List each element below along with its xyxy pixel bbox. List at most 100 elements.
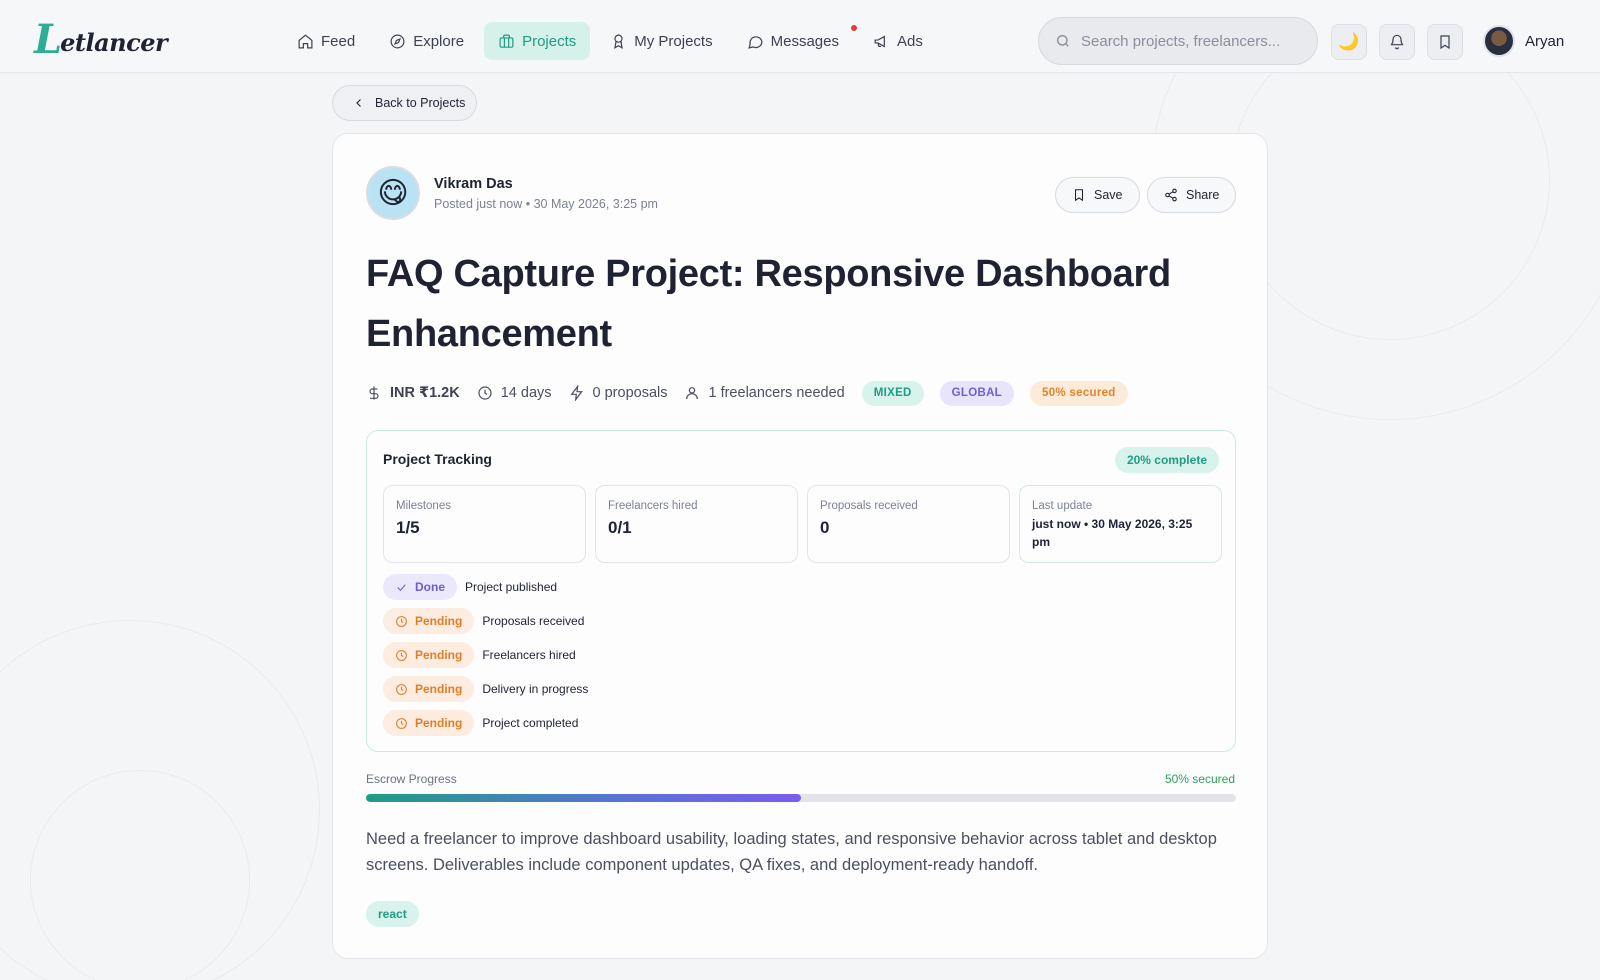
author-name[interactable]: Vikram Das bbox=[434, 176, 658, 192]
clock-icon bbox=[396, 717, 407, 729]
step-row: Pending Proposals received bbox=[383, 608, 588, 634]
step-row: Done Project published bbox=[383, 574, 588, 600]
nav-my-projects-label: My Projects bbox=[634, 32, 713, 50]
avatar bbox=[1483, 25, 1515, 57]
user-name: Aryan bbox=[1525, 32, 1565, 50]
nav-my-projects[interactable]: My Projects bbox=[596, 22, 726, 60]
freelancers-needed-value: 1 freelancers needed bbox=[708, 385, 845, 401]
nav-feed-label: Feed bbox=[321, 32, 356, 50]
compass-icon bbox=[390, 34, 405, 48]
tracking-metrics: Milestones 1/5 Freelancers hired 0/1 Pro… bbox=[383, 485, 1222, 563]
step-row: Pending Freelancers hired bbox=[383, 642, 588, 668]
budget-stat: INR ₹1.2K bbox=[366, 385, 460, 401]
metric-freelancers-hired: Freelancers hired 0/1 bbox=[595, 485, 798, 563]
freelancers-needed-stat: 1 freelancers needed bbox=[684, 385, 845, 401]
metric-proposals-received: Proposals received 0 bbox=[807, 485, 1010, 563]
escrow-progress-fill bbox=[366, 794, 801, 802]
save-label: Save bbox=[1094, 188, 1123, 202]
status-text: Done bbox=[415, 580, 445, 594]
save-button[interactable]: Save bbox=[1055, 177, 1140, 213]
step-label: Freelancers hired bbox=[482, 648, 576, 662]
nav-feed[interactable]: Feed bbox=[283, 22, 369, 60]
step-label: Project completed bbox=[482, 716, 579, 730]
secured-tag: 50% secured bbox=[1030, 380, 1128, 406]
search-input[interactable] bbox=[1081, 32, 1301, 50]
moon-icon: 🌙 bbox=[1338, 32, 1360, 52]
mode-tag: MIXED bbox=[861, 380, 924, 406]
nav-projects-label: Projects bbox=[522, 32, 577, 50]
metric-label: Freelancers hired bbox=[608, 500, 698, 512]
metric-value: 1/5 bbox=[396, 518, 420, 537]
status-badge: Done bbox=[383, 574, 457, 600]
metric-value: 0/1 bbox=[608, 518, 632, 537]
status-badge: Pending bbox=[383, 676, 475, 702]
skill-tag[interactable]: react bbox=[366, 901, 419, 927]
status-badge: Pending bbox=[383, 710, 475, 736]
status-text: Pending bbox=[415, 716, 463, 730]
step-label: Project published bbox=[465, 580, 558, 594]
project-tracking-panel: Project Tracking 20% complete Milestones… bbox=[366, 430, 1236, 752]
author-info: 😋 Vikram Das Posted just now • 30 May 20… bbox=[366, 166, 658, 220]
duration-value: 14 days bbox=[500, 385, 552, 401]
project-detail-card: 😋 Vikram Das Posted just now • 30 May 20… bbox=[332, 133, 1268, 959]
bell-icon bbox=[1390, 34, 1404, 50]
back-label: Back to Projects bbox=[375, 96, 466, 110]
user-icon bbox=[686, 387, 699, 400]
saved-button[interactable] bbox=[1427, 24, 1463, 60]
clock-icon bbox=[396, 683, 407, 695]
nav-ads[interactable]: Ads bbox=[859, 22, 937, 60]
duration-stat: 14 days bbox=[477, 385, 552, 401]
status-badge: Pending bbox=[383, 642, 475, 668]
nav-ads-label: Ads bbox=[896, 32, 923, 50]
step-label: Proposals received bbox=[482, 614, 585, 628]
author-avatar[interactable]: 😋 bbox=[366, 166, 420, 220]
back-to-projects-button[interactable]: Back to Projects bbox=[332, 85, 477, 121]
metric-label: Milestones bbox=[396, 500, 451, 512]
brand-logo[interactable]: L etlancer bbox=[34, 20, 168, 60]
nav-projects[interactable]: Projects bbox=[484, 22, 591, 60]
zap-icon bbox=[569, 385, 583, 401]
dollar-icon bbox=[369, 386, 379, 400]
megaphone-icon bbox=[874, 35, 885, 47]
project-stats: INR ₹1.2K 14 days 0 proposals 1 freelanc… bbox=[366, 380, 1144, 406]
theme-toggle-button[interactable]: 🌙 bbox=[1331, 24, 1367, 60]
step-row: Pending Delivery in progress bbox=[383, 676, 588, 702]
status-text: Pending bbox=[415, 648, 463, 662]
project-description: Need a freelancer to improve dashboard u… bbox=[366, 830, 1217, 874]
notifications-button[interactable] bbox=[1379, 24, 1415, 60]
nav-explore[interactable]: Explore bbox=[375, 22, 478, 60]
main-nav: Feed Explore Projects My Projects Messag… bbox=[283, 22, 937, 60]
user-menu[interactable]: Aryan bbox=[1483, 25, 1564, 57]
nav-messages-label: Messages bbox=[770, 32, 839, 50]
metric-milestones: Milestones 1/5 bbox=[383, 485, 586, 563]
check-icon bbox=[397, 583, 406, 591]
proposals-stat: 0 proposals bbox=[569, 385, 668, 401]
proposals-value: 0 proposals bbox=[592, 385, 668, 401]
search-icon bbox=[1057, 35, 1069, 47]
share-icon bbox=[1165, 188, 1177, 202]
metric-value: 0 bbox=[820, 518, 830, 537]
bookmark-icon bbox=[1440, 35, 1450, 50]
step-row: Pending Project completed bbox=[383, 710, 588, 736]
background-decoration bbox=[30, 770, 250, 980]
page-title: FAQ Capture Project: Responsive Dashboar… bbox=[366, 253, 1171, 355]
step-label: Delivery in progress bbox=[482, 682, 589, 696]
tracking-steps: Done Project published Pending Proposals… bbox=[383, 574, 588, 744]
clock-icon bbox=[478, 386, 492, 400]
metric-label: Proposals received bbox=[820, 500, 918, 512]
clock-icon bbox=[396, 615, 407, 627]
share-button[interactable]: Share bbox=[1147, 177, 1237, 213]
metric-label: Last update bbox=[1032, 500, 1093, 512]
briefcase-icon bbox=[499, 34, 514, 48]
escrow-progress-bar bbox=[366, 794, 1236, 802]
nav-messages[interactable]: Messages bbox=[733, 22, 857, 60]
search-bar[interactable] bbox=[1038, 17, 1318, 65]
completion-badge: 20% complete bbox=[1114, 447, 1219, 473]
chevron-left-icon bbox=[356, 99, 361, 107]
metric-value: just now • 30 May 2026, 3:25 pm bbox=[1032, 517, 1193, 549]
budget-value: INR ₹1.2K bbox=[390, 385, 460, 401]
bookmark-icon bbox=[1074, 189, 1084, 202]
clock-icon bbox=[396, 649, 407, 661]
post-timestamp: Posted just now • 30 May 2026, 3:25 pm bbox=[434, 196, 658, 211]
notification-dot bbox=[850, 25, 857, 31]
